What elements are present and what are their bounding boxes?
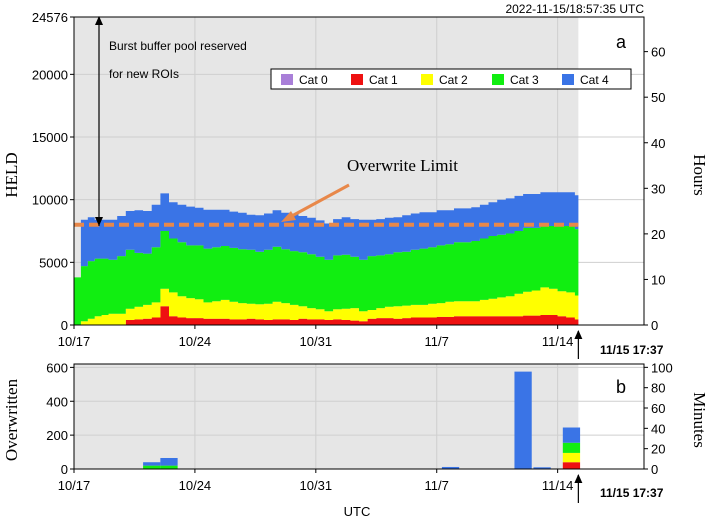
panel-a: 0500010000150002000024576 0102030405060 … <box>2 10 709 359</box>
panel-a-x-ticks: 10/17 10/24 10/31 11/7 11/14 <box>58 325 574 349</box>
legend-label-cat-0: Cat 0 <box>299 73 328 87</box>
a-ytick-label-0: 0 <box>61 318 68 333</box>
legend: Cat 0 Cat 1 Cat 2 Cat 3 Cat 4 <box>270 68 632 90</box>
bar-0-cat-4 <box>143 462 161 466</box>
a-xtick-label-3: 11/7 <box>425 334 449 349</box>
a-y2tick-label-2: 20 <box>651 227 665 242</box>
a-ytick-label-2: 10000 <box>32 193 68 208</box>
a-xtick-label-0: 10/17 <box>58 334 91 349</box>
a-y2tick-label-0: 0 <box>651 318 658 333</box>
bar-5-cat-4 <box>562 427 581 443</box>
a-ytick-label-3: 15000 <box>32 130 68 145</box>
b-xtick-label-3: 11/7 <box>425 478 449 493</box>
bar-1-cat-4 <box>160 457 178 466</box>
panel-b-now-arrow-head <box>574 474 583 483</box>
overwrite-limit-label: Overwrite Limit <box>347 156 458 175</box>
a-y2tick-label-4: 40 <box>651 136 665 151</box>
a-y2tick-label-5: 50 <box>651 90 665 105</box>
b-xtick-label-0: 10/17 <box>58 478 91 493</box>
a-ytick-label-4: 20000 <box>32 67 68 82</box>
figure: 2022-11-15/18:57:35 UTC 0500010000150002… <box>2 2 709 519</box>
b-y2tick-label-5: 100 <box>651 360 673 375</box>
legend-label-cat-1: Cat 1 <box>369 73 398 87</box>
legend-swatch-cat-4 <box>562 74 574 85</box>
b-ytick-label-0: 0 <box>61 462 68 477</box>
b-xtick-label-4: 11/14 <box>542 478 574 493</box>
b-y2tick-label-0: 0 <box>651 462 658 477</box>
a-y2tick-label-3: 30 <box>651 181 665 196</box>
bar-1-cat-3 <box>160 465 178 469</box>
panel-a-y-ticks: 0 5000 10000 15000 20000 24576 <box>32 10 74 333</box>
b-y2tick-label-1: 20 <box>651 442 665 457</box>
b-y2tick-label-3: 60 <box>651 401 665 416</box>
panel-b: 0200400600 020406080100 10/17 10/24 10/31 1… <box>2 360 709 519</box>
legend-swatch-cat-2 <box>421 74 433 85</box>
legend-swatch-cat-0 <box>281 74 293 85</box>
bar-5-cat-3 <box>562 442 581 453</box>
bar-3-cat-4 <box>514 371 532 469</box>
panel-a-now-arrow-head <box>574 330 583 339</box>
legend-label-cat-3: Cat 3 <box>510 73 539 87</box>
b-xtick-label-1: 10/24 <box>179 478 212 493</box>
b-xtick-label-2: 10/31 <box>300 478 333 493</box>
legend-label-cat-2: Cat 2 <box>439 73 468 87</box>
legend-label-cat-4: Cat 4 <box>580 73 609 87</box>
a-y2tick-label-6: 60 <box>651 45 665 60</box>
panel-a-y2label: Hours <box>690 154 709 196</box>
panel-b-y-ticks: 0 200 400 600 <box>46 360 74 477</box>
panel-b-y2-ticks: 0 20 40 60 80 100 <box>644 360 673 477</box>
legend-swatch-cat-1 <box>351 74 363 85</box>
a-ytick-label-1: 5000 <box>39 255 68 270</box>
b-ytick-label-3: 600 <box>46 360 68 375</box>
b-y2tick-label-2: 40 <box>651 421 665 436</box>
panel-a-now-label: 11/15 17:37 <box>600 343 664 357</box>
panel-b-y2label: Minutes <box>690 392 709 448</box>
timestamp: 2022-11-15/18:57:35 UTC <box>505 2 644 16</box>
legend-swatch-cat-3 <box>492 74 504 85</box>
annotation-line-1: Burst buffer pool reserved <box>109 39 247 53</box>
panel-b-xlabel: UTC <box>344 504 371 519</box>
bar-0-cat-3 <box>143 465 161 469</box>
panel-b-label: b <box>616 377 626 397</box>
a-xtick-label-2: 10/31 <box>300 334 333 349</box>
panel-a-label: a <box>616 32 627 52</box>
a-xtick-label-4: 11/14 <box>542 334 574 349</box>
panel-a-y2-ticks: 0 10 20 30 40 50 60 <box>644 45 665 333</box>
panel-a-ylabel: HELD <box>2 152 21 197</box>
a-y2tick-label-1: 10 <box>651 272 665 287</box>
panel-b-x-ticks: 10/17 10/24 10/31 11/7 11/14 <box>58 469 574 493</box>
bar-5-cat-1 <box>562 462 581 469</box>
a-ytick-label-5: 24576 <box>32 10 68 25</box>
a-xtick-label-1: 10/24 <box>179 334 212 349</box>
panel-b-shaded-region <box>74 364 579 469</box>
panel-b-now-label: 11/15 17:37 <box>600 486 664 500</box>
panel-b-ylabel: Overwritten <box>2 378 21 461</box>
bar-5-cat-2 <box>562 452 581 463</box>
annotation-line-2: for new ROIs <box>109 67 179 81</box>
b-ytick-label-2: 400 <box>46 394 68 409</box>
b-y2tick-label-4: 80 <box>651 381 665 396</box>
b-ytick-label-1: 200 <box>46 428 68 443</box>
